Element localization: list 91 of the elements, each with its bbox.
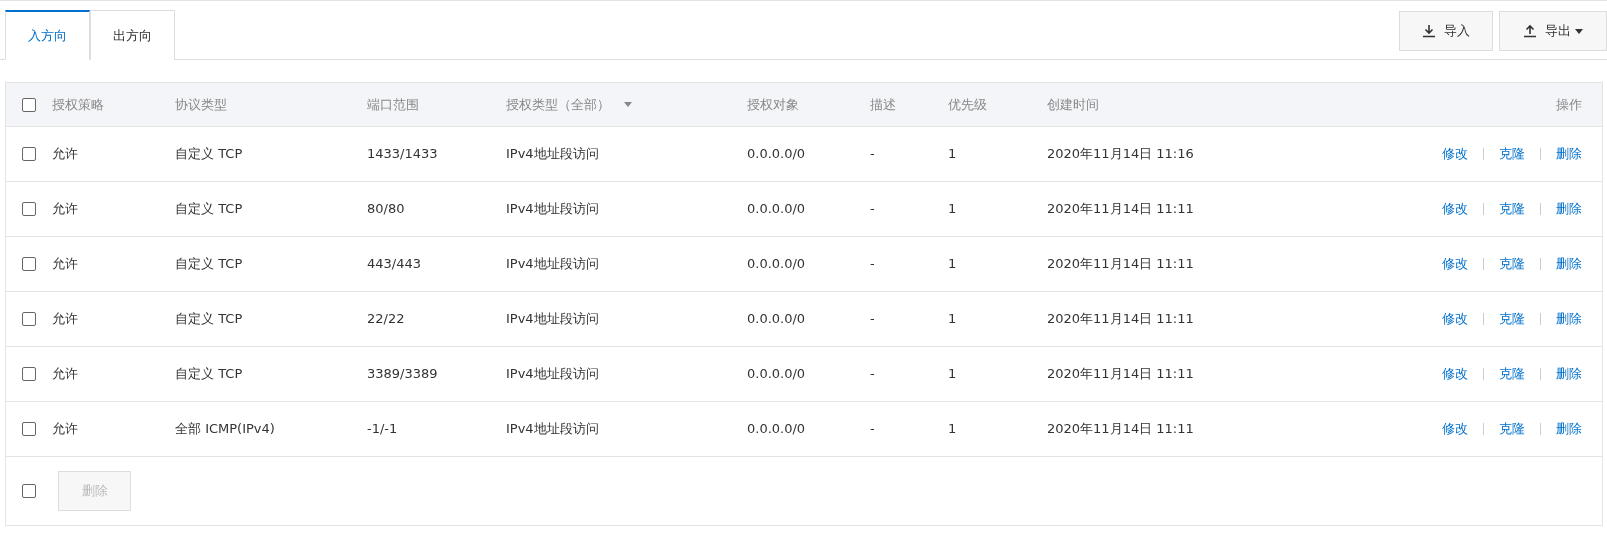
- table-cell: 22/22: [367, 311, 405, 327]
- table-cell: 2020年11月14日 11:11: [1047, 256, 1194, 272]
- table-cell: 自定义 TCP: [175, 256, 243, 272]
- tab[interactable]: 出方向: [90, 10, 175, 60]
- table-cell: 3389/3389: [367, 366, 438, 382]
- table-cell: 自定义 TCP: [175, 366, 243, 382]
- table-cell: 2020年11月14日 11:11: [1047, 366, 1194, 382]
- table-cell: 0.0.0.0/0: [747, 366, 806, 382]
- table-cell: 允许: [52, 421, 78, 437]
- table-cell: 1: [948, 366, 957, 382]
- checkbox[interactable]: [22, 367, 36, 381]
- table-cell: IPv4地址段访问: [506, 201, 599, 217]
- table-cell: -: [870, 311, 875, 327]
- table-cell: IPv4地址段访问: [506, 366, 599, 382]
- action-link[interactable]: 删除: [1556, 254, 1582, 274]
- table-cell: 1433/1433: [367, 146, 438, 162]
- caret-icon: [624, 102, 632, 107]
- table-cell: 2020年11月14日 11:11: [1047, 201, 1194, 217]
- column-header: 描述: [870, 95, 896, 114]
- table-cell: 80/80: [367, 201, 405, 217]
- checkbox[interactable]: [22, 202, 36, 216]
- action-link[interactable]: 克隆: [1499, 364, 1525, 384]
- table-cell: -: [870, 256, 875, 272]
- table-cell: 自定义 TCP: [175, 311, 243, 327]
- table-cell: 允许: [52, 146, 78, 162]
- table-cell: 允许: [52, 201, 78, 217]
- column-header: 授权策略: [52, 95, 104, 114]
- action-link[interactable]: 修改: [1442, 144, 1468, 164]
- table-cell: IPv4地址段访问: [506, 146, 599, 162]
- action-link[interactable]: 删除: [1556, 309, 1582, 329]
- table-cell: 自定义 TCP: [175, 201, 243, 217]
- table-cell: IPv4地址段访问: [506, 311, 599, 327]
- action-link[interactable]: 删除: [1556, 199, 1582, 219]
- action-link[interactable]: 克隆: [1499, 309, 1525, 329]
- column-header: 操作: [1556, 95, 1582, 114]
- action-link[interactable]: 修改: [1442, 254, 1468, 274]
- column-header: 协议类型: [175, 95, 227, 114]
- action-link[interactable]: 克隆: [1499, 254, 1525, 274]
- action-link[interactable]: 克隆: [1499, 419, 1525, 439]
- table-cell: 0.0.0.0/0: [747, 311, 806, 327]
- download-icon: [1422, 24, 1436, 38]
- table-cell: 1: [948, 146, 957, 162]
- table-cell: 1: [948, 201, 957, 217]
- table-cell: 允许: [52, 366, 78, 382]
- caret-icon: [1575, 28, 1583, 34]
- table-cell: 0.0.0.0/0: [747, 421, 806, 437]
- action-link[interactable]: 删除: [1556, 419, 1582, 439]
- action-link[interactable]: 修改: [1442, 364, 1468, 384]
- export-button[interactable]: 导出: [1499, 11, 1607, 51]
- action-link[interactable]: 删除: [1556, 144, 1582, 164]
- column-header[interactable]: 授权类型（全部）: [506, 94, 632, 115]
- action-link[interactable]: 克隆: [1499, 144, 1525, 164]
- action-link[interactable]: 修改: [1442, 309, 1468, 329]
- table-cell: 允许: [52, 256, 78, 272]
- table-cell: 自定义 TCP: [175, 146, 243, 162]
- table-cell: -: [870, 201, 875, 217]
- upload-icon: [1523, 24, 1537, 38]
- table-cell: -1/-1: [367, 421, 398, 437]
- table-cell: -: [870, 146, 875, 162]
- checkbox[interactable]: [22, 312, 36, 326]
- table-cell: 0.0.0.0/0: [747, 256, 806, 272]
- action-link[interactable]: 删除: [1556, 364, 1582, 384]
- table-cell: IPv4地址段访问: [506, 421, 599, 437]
- column-header: 优先级: [948, 95, 987, 114]
- checkbox[interactable]: [22, 257, 36, 271]
- checkbox[interactable]: [22, 484, 36, 498]
- checkbox[interactable]: [22, 147, 36, 161]
- action-link[interactable]: 修改: [1442, 419, 1468, 439]
- table-cell: 2020年11月14日 11:11: [1047, 421, 1194, 437]
- table-cell: 2020年11月14日 11:11: [1047, 311, 1194, 327]
- action-link[interactable]: 修改: [1442, 199, 1468, 219]
- table-cell: 全部 ICMP(IPv4): [175, 421, 275, 437]
- table-cell: -: [870, 366, 875, 382]
- action-link[interactable]: 克隆: [1499, 199, 1525, 219]
- column-header: 端口范围: [367, 95, 419, 114]
- checkbox[interactable]: [22, 97, 36, 112]
- table-cell: 1: [948, 421, 957, 437]
- table-cell: 允许: [52, 311, 78, 327]
- table-cell: 1: [948, 311, 957, 327]
- column-header: 创建时间: [1047, 95, 1099, 114]
- table-cell: 1: [948, 256, 957, 272]
- table-cell: -: [870, 421, 875, 437]
- table-cell: IPv4地址段访问: [506, 256, 599, 272]
- table-cell: 0.0.0.0/0: [747, 146, 806, 162]
- import-button[interactable]: 导入: [1399, 11, 1493, 51]
- table-cell: 0.0.0.0/0: [747, 201, 806, 217]
- checkbox[interactable]: [22, 422, 36, 436]
- column-header: 授权对象: [747, 95, 799, 114]
- tab[interactable]: 入方向: [5, 10, 90, 60]
- table-cell: 443/443: [367, 256, 421, 272]
- table-cell: 2020年11月14日 11:16: [1047, 146, 1194, 162]
